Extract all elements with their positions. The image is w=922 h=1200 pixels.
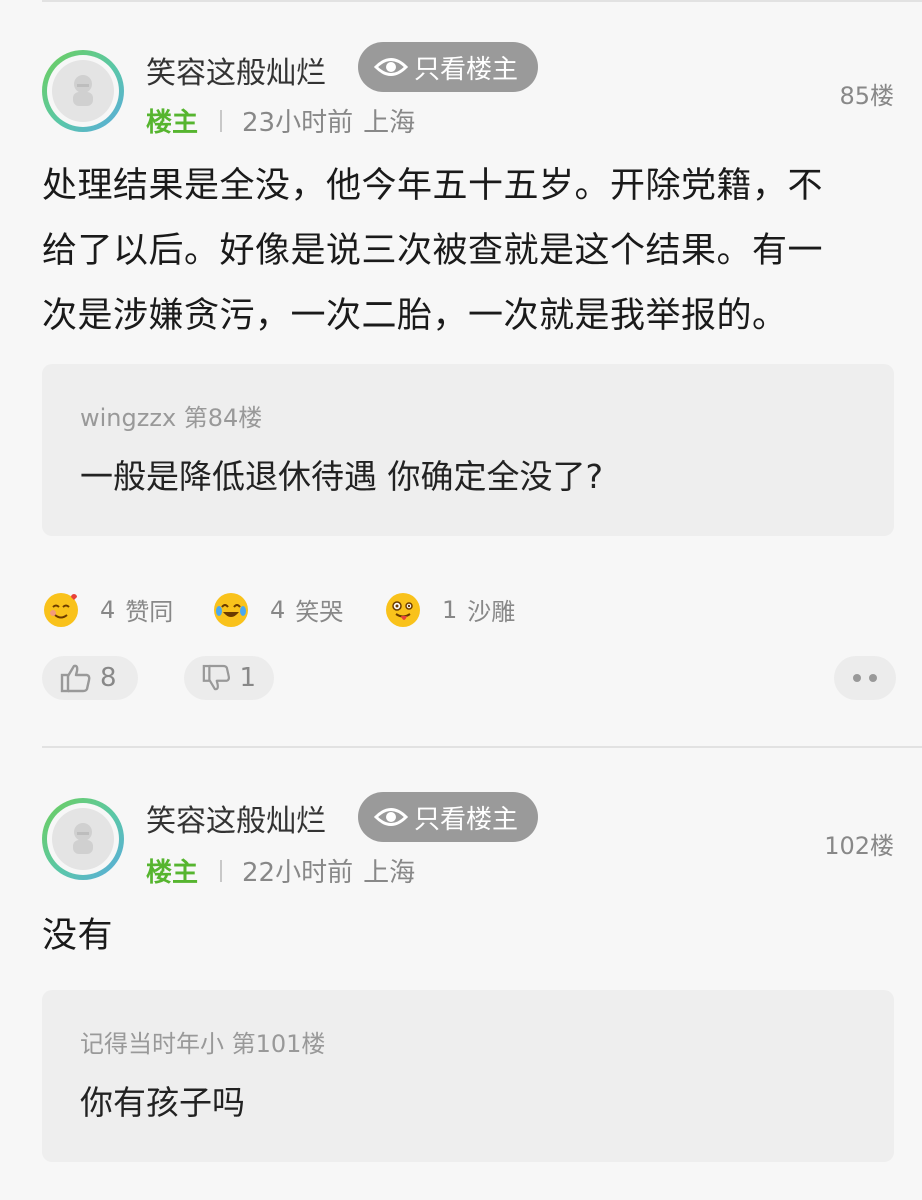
eye-icon <box>374 808 408 826</box>
floor-number: 102楼 <box>824 832 894 860</box>
only-op-button[interactable]: 只看楼主 <box>358 792 539 842</box>
thumbs-down-icon <box>202 664 231 691</box>
eye-icon <box>374 58 408 76</box>
reaction-label: 沙雕 <box>467 598 516 626</box>
op-tag: 楼主 <box>146 108 199 138</box>
reaction-label: 赞同 <box>125 598 174 626</box>
dislike-count: 1 <box>239 663 256 693</box>
avatar[interactable] <box>42 798 124 880</box>
user-silhouette-icon <box>73 823 93 854</box>
silly-face-emoji-icon <box>386 592 420 627</box>
meta-separator <box>220 109 223 132</box>
dislike-button[interactable]: 1 <box>184 656 274 700</box>
reaction-count: 4 <box>270 595 286 624</box>
post-content: 处理结果是全没，他今年五十五岁。开除党籍，不 给了以后。好像是说三次被查就是这个… <box>42 154 882 349</box>
post-meta: 楼主 22小时前 上海 <box>146 852 415 889</box>
tears-of-joy-emoji-icon <box>214 592 248 627</box>
post-location: 上海 <box>363 108 416 138</box>
only-op-label: 只看楼主 <box>414 804 519 835</box>
more-dots-icon <box>869 674 877 682</box>
only-op-label: 只看楼主 <box>414 54 519 85</box>
reaction-agree[interactable]: 4 赞同 <box>44 592 173 627</box>
quote-author: wingzzx 第84楼 <box>80 404 263 432</box>
quote-text: 你有孩子吗 <box>80 1083 245 1122</box>
top-divider <box>42 0 922 2</box>
content-line: 次是涉嫌贪污，一次二胎，一次就是我举报的。 <box>42 296 788 336</box>
avatar[interactable] <box>42 50 124 132</box>
like-count: 8 <box>100 663 117 693</box>
reaction-silly[interactable]: 1 沙雕 <box>386 592 515 627</box>
quoted-reply[interactable]: 记得当时年小 第101楼 你有孩子吗 <box>42 990 894 1162</box>
post-time: 22小时前 <box>242 858 354 888</box>
content-line: 处理结果是全没，他今年五十五岁。开除党籍，不 <box>42 166 824 206</box>
reaction-laugh-cry[interactable]: 4 笑哭 <box>214 592 343 627</box>
post-divider <box>42 746 922 748</box>
thumbs-up-icon <box>60 664 91 693</box>
floor-number: 85楼 <box>839 82 894 110</box>
meta-separator <box>220 859 223 882</box>
love-face-emoji-icon <box>44 592 78 627</box>
content-line: 给了以后。好像是说三次被查就是这个结果。有一 <box>42 231 824 271</box>
op-tag: 楼主 <box>146 858 199 888</box>
more-options-button[interactable] <box>834 656 896 700</box>
reaction-count: 4 <box>100 595 116 624</box>
username[interactable]: 笑容这般灿烂 <box>146 796 326 840</box>
quoted-reply[interactable]: wingzzx 第84楼 一般是降低退休待遇 你确定全没了? <box>42 364 894 536</box>
only-op-button[interactable]: 只看楼主 <box>358 42 539 92</box>
post-time: 23小时前 <box>242 108 354 138</box>
username[interactable]: 笑容这般灿烂 <box>146 48 326 92</box>
like-button[interactable]: 8 <box>42 656 138 700</box>
post-meta: 楼主 23小时前 上海 <box>146 102 415 139</box>
user-silhouette-icon <box>73 75 93 106</box>
reaction-count: 1 <box>442 595 458 624</box>
more-dots-icon <box>853 674 861 682</box>
reaction-label: 笑哭 <box>295 598 344 626</box>
post-location: 上海 <box>363 858 416 888</box>
post-content: 没有 <box>42 916 114 956</box>
quote-author: 记得当时年小 第101楼 <box>80 1030 326 1058</box>
quote-text: 一般是降低退休待遇 你确定全没了? <box>80 457 604 496</box>
